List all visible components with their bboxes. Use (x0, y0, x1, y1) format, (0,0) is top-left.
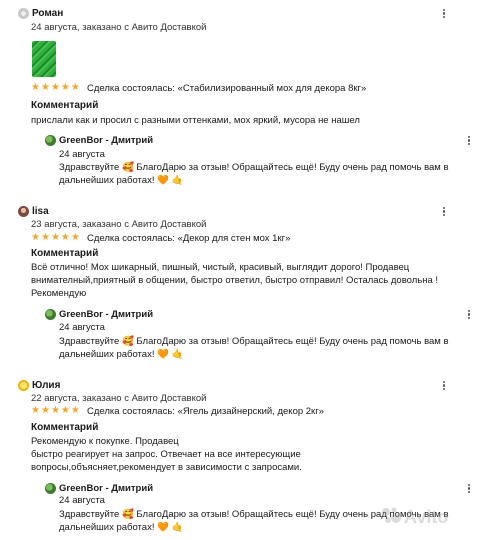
reply-text: Здравствуйте 🥰 БлагоДарю за отзыв! Обращ… (59, 162, 449, 187)
review-meta: 24 августа, заказано с Авито Доставкой (31, 22, 207, 33)
seller-avatar (45, 483, 56, 494)
more-options-icon[interactable] (440, 206, 448, 220)
star-icon: ★ (70, 232, 80, 243)
star-icon: ★ (60, 82, 70, 93)
star-icon: ★ (50, 82, 60, 93)
star-icon: ★ (31, 82, 40, 93)
more-options-icon[interactable] (440, 8, 448, 22)
avatar[interactable] (18, 8, 29, 19)
review-meta: 23 августа, заказано с Авито Доставкой (31, 219, 207, 230)
reply-text: Здравствуйте 🥰 БлагоДарю за отзыв! Обращ… (59, 336, 449, 361)
rating-stars: ★ ★ ★ ★ ★ (31, 233, 80, 243)
star-icon: ★ (60, 405, 70, 416)
reply-date: 24 августа (59, 149, 105, 160)
avatar[interactable] (18, 380, 29, 391)
star-icon: ★ (40, 405, 50, 416)
more-options-icon[interactable] (465, 135, 473, 149)
star-icon: ★ (40, 232, 50, 243)
deal-info[interactable]: Сделка состоялась: «Декор для стен мох 1… (87, 233, 290, 244)
reply-author[interactable]: GreenBor - Дмитрий (59, 483, 153, 494)
star-icon: ★ (50, 232, 60, 243)
reply-date: 24 августа (59, 322, 105, 333)
seller-avatar (45, 309, 56, 320)
star-icon: ★ (50, 405, 60, 416)
review-photo[interactable] (32, 41, 56, 77)
more-options-icon[interactable] (440, 380, 448, 394)
star-icon: ★ (31, 405, 40, 416)
deal-info[interactable]: Сделка состоялась: «Стабилизированный мо… (87, 83, 366, 94)
watermark-text: Avito (404, 507, 448, 527)
comment-label: Комментарий (31, 422, 99, 433)
rating-stars: ★ ★ ★ ★ ★ (31, 406, 80, 416)
review-meta: 22 августа, заказано с Авито Доставкой (31, 393, 207, 404)
reply-date: 24 августа (59, 495, 105, 506)
comment-text: Рекомендую к покупке. Продавец быстро ре… (31, 436, 302, 474)
comment-label: Комментарий (31, 100, 99, 111)
avatar[interactable] (18, 206, 29, 217)
review-author[interactable]: lisa (32, 206, 49, 217)
star-icon: ★ (60, 232, 70, 243)
rating-stars: ★ ★ ★ ★ ★ (31, 83, 80, 93)
star-icon: ★ (70, 405, 80, 416)
comment-text: прислали как и просил с разными оттенкам… (31, 115, 360, 126)
deal-info[interactable]: Сделка состоялась: «Ягель дизайнерский, … (87, 406, 324, 417)
more-options-icon[interactable] (465, 483, 473, 497)
review-author[interactable]: Роман (32, 8, 63, 19)
comment-label: Комментарий (31, 248, 99, 259)
star-icon: ★ (31, 232, 40, 243)
reply-author[interactable]: GreenBor - Дмитрий (59, 135, 153, 146)
reply-author[interactable]: GreenBor - Дмитрий (59, 309, 153, 320)
avito-watermark-logo: Avito (382, 507, 448, 527)
more-options-icon[interactable] (465, 309, 473, 323)
star-icon: ★ (40, 82, 50, 93)
star-icon: ★ (70, 82, 80, 93)
seller-avatar (45, 135, 56, 146)
comment-text: Всё отлично! Мох шикарный, пишный, чисты… (31, 262, 439, 300)
review-author[interactable]: Юлия (32, 380, 60, 391)
